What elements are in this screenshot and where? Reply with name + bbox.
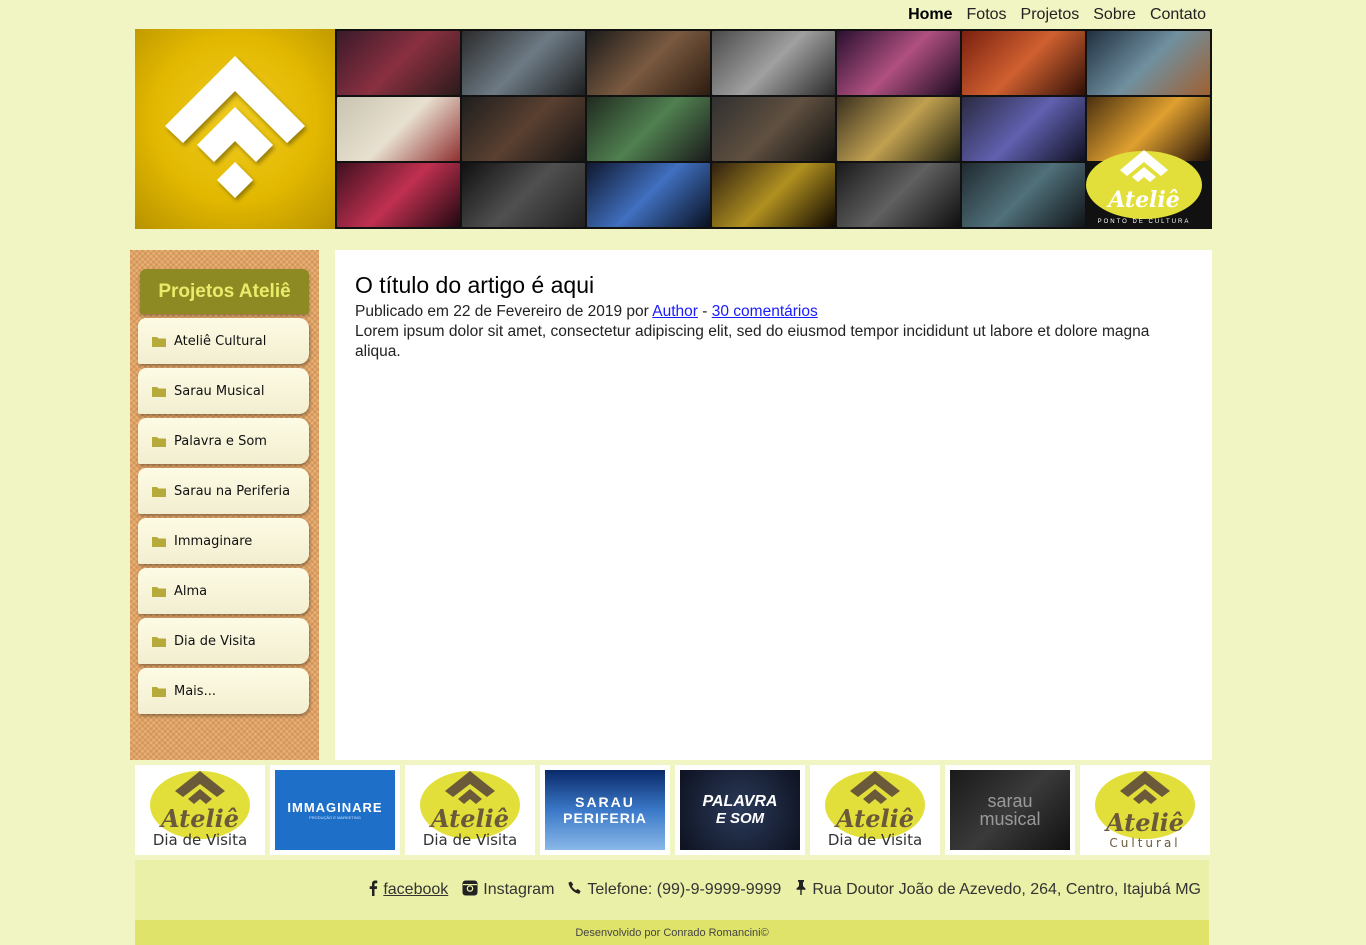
folder-icon [152, 636, 166, 647]
collage-logo-text: Ateliê [1106, 187, 1180, 213]
credits-text: Desenvolvido por Conrado Romancini© [575, 926, 769, 939]
partner-title: PALAVRA [702, 793, 778, 810]
sidebar-item-sarau-musical[interactable]: Sarau Musical [138, 368, 309, 414]
sidebar-item-mais[interactable]: Mais... [138, 668, 309, 714]
sidebar-item-label: Alma [174, 583, 208, 599]
address: Rua Doutor João de Azevedo, 264, Centro,… [812, 881, 1201, 898]
comments-link[interactable]: 30 comentários [712, 303, 818, 320]
partner-subtitle: PRODUÇÃO E MARKETING [309, 815, 361, 820]
partner-atelie-dia-de-visita-2[interactable]: Ateliê Dia de Visita [405, 765, 535, 855]
atelie-ponto-de-cultura-logo: Ateliê PONTO DE CULTURA [1084, 145, 1204, 225]
partner-sarau-musical[interactable]: sarau musical [945, 765, 1075, 855]
sidebar-item-palavra-e-som[interactable]: Palavra e Som [138, 418, 309, 464]
sidebar-title: Projetos Ateliê [140, 269, 309, 314]
partner-title: sarau [987, 791, 1033, 811]
folder-icon [152, 486, 166, 497]
sidebar-item-immaginare[interactable]: Immaginare [138, 518, 309, 564]
sidebar-item-label: Ateliê Cultural [174, 333, 267, 349]
article-title: O título do artigo é aqui [355, 272, 595, 298]
partner-atelie-dia-de-visita[interactable]: Ateliê Dia de Visita [135, 765, 265, 855]
sidebar-item-alma[interactable]: Alma [138, 568, 309, 614]
partner-logos: Ateliê Dia de Visita IMMAGINARE PRODUÇÃO… [135, 765, 1212, 855]
partner-subtitle: Cultural [1109, 836, 1180, 850]
pin-icon [795, 880, 807, 900]
partner-subtitle: PERIFERIA [563, 810, 647, 826]
sidebar-item-label: Sarau na Periferia [174, 483, 291, 499]
partner-atelie-dia-de-visita-3[interactable]: Ateliê Dia de Visita [810, 765, 940, 855]
article-meta: Publicado em 22 de Fevereiro de 2019 por… [355, 302, 1192, 322]
partner-subtitle: E SOM [715, 810, 765, 827]
projects-sidebar: Projetos Ateliê Ateliê Cultural Sarau Mu… [130, 250, 319, 760]
photo-collage: Ateliê PONTO DE CULTURA [335, 29, 1212, 229]
sidebar-item-label: Mais... [174, 683, 216, 699]
phone-number: Telefone: (99)-9-9999-9999 [587, 881, 782, 898]
partner-title: Ateliê [159, 804, 239, 833]
credits-bar: Desenvolvido por Conrado Romancini© [135, 920, 1209, 945]
nav-fotos[interactable]: Fotos [967, 6, 1007, 24]
nav-contato[interactable]: Contato [1150, 6, 1206, 24]
partner-palavra-e-som[interactable]: PALAVRA E SOM [675, 765, 805, 855]
nav-sobre[interactable]: Sobre [1093, 6, 1136, 24]
partner-title: Ateliê [1104, 808, 1184, 837]
sidebar-item-atelie-cultural[interactable]: Ateliê Cultural [138, 318, 309, 364]
folder-icon [152, 336, 166, 347]
facebook-icon [368, 880, 378, 901]
partner-atelie-cultural[interactable]: Ateliê Cultural [1080, 765, 1210, 855]
sidebar-item-label: Dia de Visita [174, 633, 256, 649]
folder-icon [152, 686, 166, 697]
article-body: Lorem ipsum dolor sit amet, consectetur … [355, 323, 1150, 360]
partner-subtitle: musical [979, 809, 1041, 829]
phone-icon [568, 881, 582, 900]
instagram-label[interactable]: Instagram [483, 881, 554, 899]
sidebar-item-label: Immaginare [174, 533, 253, 549]
partner-sarau-periferia[interactable]: SARAU PERIFERIA [540, 765, 670, 855]
published-date: Publicado em 22 de Fevereiro de 2019 por [355, 303, 649, 320]
partner-immaginare[interactable]: IMMAGINARE PRODUÇÃO E MARKETING [270, 765, 400, 855]
partner-subtitle: Dia de Visita [423, 831, 517, 849]
partner-title: Ateliê [834, 804, 914, 833]
sidebar-item-sarau-na-periferia[interactable]: Sarau na Periferia [138, 468, 309, 514]
top-nav: Home Fotos Projetos Sobre Contato [908, 6, 1206, 24]
sidebar-item-label: Sarau Musical [174, 383, 265, 399]
folder-icon [152, 386, 166, 397]
atelie-logo-icon[interactable] [135, 29, 335, 229]
partner-title: IMMAGINARE [287, 800, 383, 815]
collage-logo-subtext: PONTO DE CULTURA [1098, 219, 1191, 225]
header-banner: Ateliê PONTO DE CULTURA [135, 29, 1212, 229]
folder-icon [152, 536, 166, 547]
instagram-icon [462, 880, 478, 901]
sidebar-item-dia-de-visita[interactable]: Dia de Visita [138, 618, 309, 664]
partner-subtitle: Dia de Visita [153, 831, 247, 849]
facebook-link[interactable]: facebook [383, 881, 448, 899]
partner-title: Ateliê [429, 804, 509, 833]
sidebar-item-label: Palavra e Som [174, 433, 267, 449]
nav-home[interactable]: Home [908, 6, 952, 24]
contact-footer: facebook Instagram Telefone: (99)-9-9999… [135, 860, 1209, 920]
partner-subtitle: Dia de Visita [828, 831, 922, 849]
article-content: O título do artigo é aqui Publicado em 2… [335, 250, 1212, 760]
author-link[interactable]: Author [652, 303, 698, 320]
meta-separator: - [702, 303, 708, 320]
nav-projetos[interactable]: Projetos [1021, 6, 1080, 24]
partner-title: SARAU [575, 794, 635, 810]
folder-icon [152, 586, 166, 597]
folder-icon [152, 436, 166, 447]
